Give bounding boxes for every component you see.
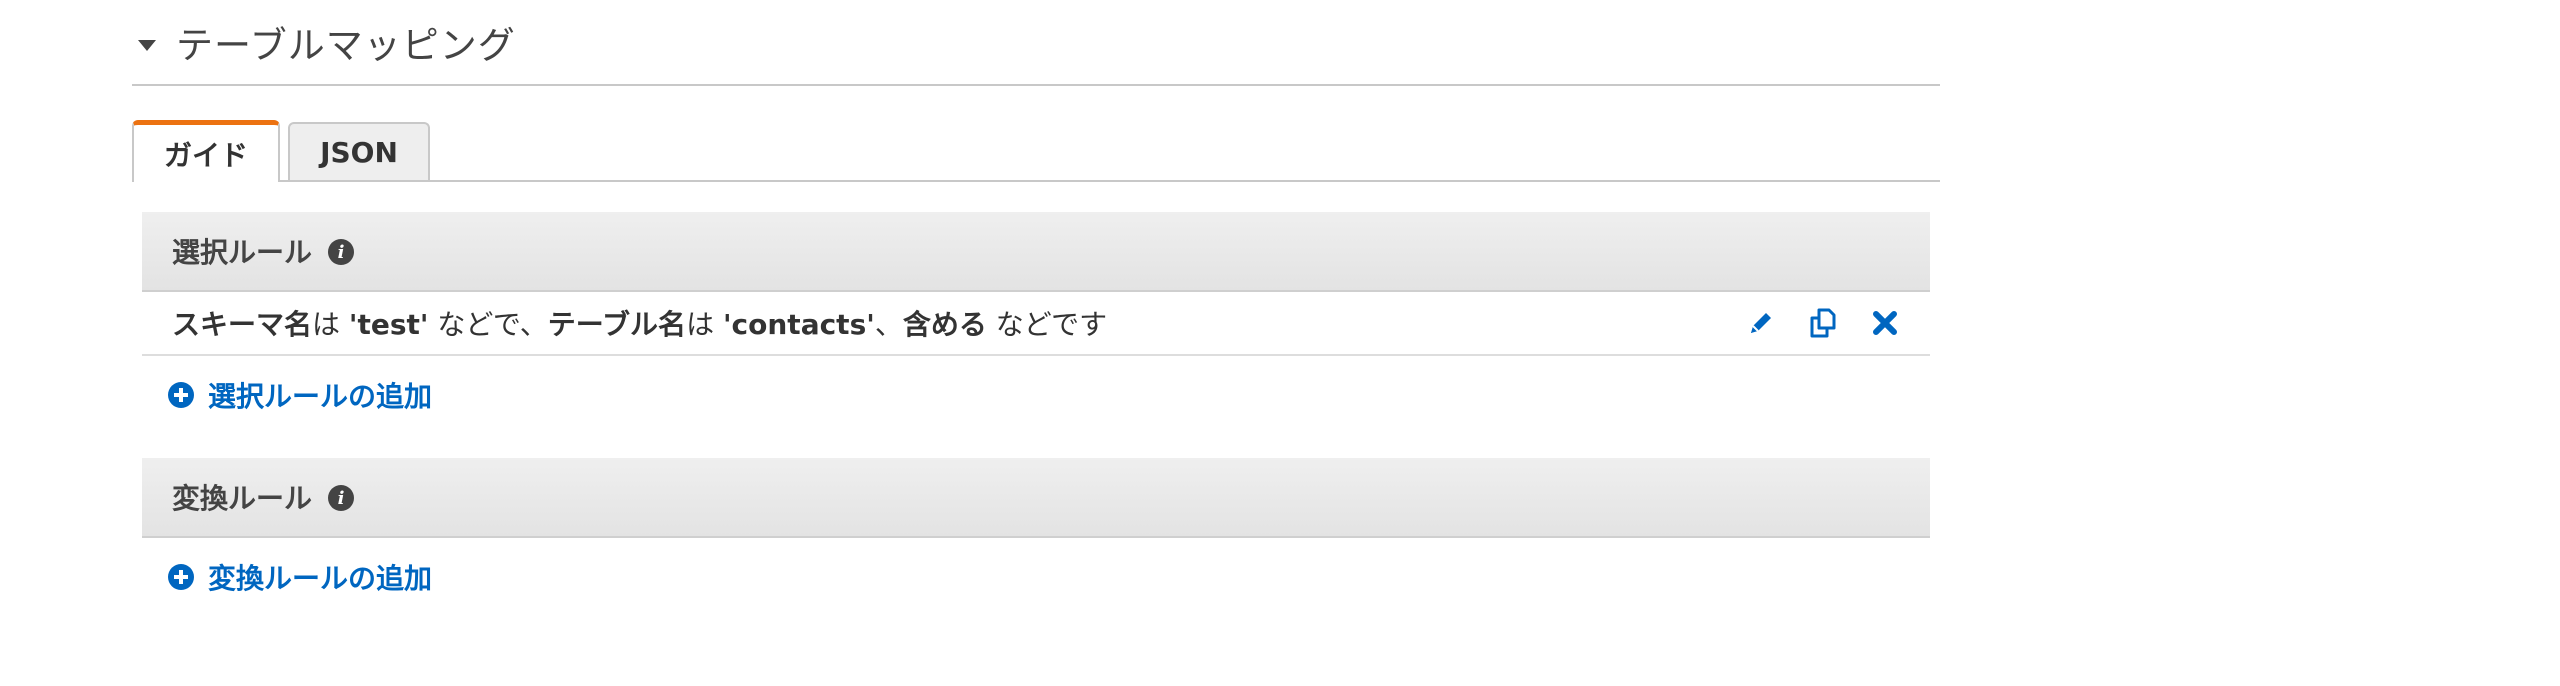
delete-icon[interactable] <box>1868 306 1902 340</box>
selection-rules-panel: 選択ルール i スキーマ名は 'test' などで、テーブル名は 'contac… <box>142 212 1930 434</box>
transformation-rules-title: 変換ルール <box>172 482 313 515</box>
tab-bar: ガイド JSON <box>132 118 1940 182</box>
rule-actions <box>1716 306 1902 340</box>
add-selection-rule-link[interactable]: 選択ルールの追加 <box>142 356 1930 434</box>
plus-circle-icon <box>168 382 194 408</box>
selection-rule-row: スキーマ名は 'test' などで、テーブル名は 'contacts'、含める … <box>142 292 1930 356</box>
transformation-rules-header: 変換ルール i <box>142 458 1930 538</box>
caret-down-icon[interactable] <box>138 39 156 51</box>
add-selection-rule-label: 選択ルールの追加 <box>208 380 433 413</box>
selection-rules-title: 選択ルール <box>172 236 313 269</box>
selection-rule-text: スキーマ名は 'test' などで、テーブル名は 'contacts'、含める … <box>172 308 1108 341</box>
plus-circle-icon <box>168 564 194 590</box>
add-transformation-rule-link[interactable]: 変換ルールの追加 <box>142 538 1930 616</box>
section-header[interactable]: テーブルマッピング <box>132 0 1940 86</box>
edit-icon[interactable] <box>1744 306 1778 340</box>
transformation-rules-panel: 変換ルール i 変換ルールの追加 <box>142 458 1930 616</box>
tab-json[interactable]: JSON <box>288 122 430 180</box>
selection-rules-header: 選択ルール i <box>142 212 1930 292</box>
info-icon[interactable]: i <box>328 239 355 265</box>
info-icon[interactable]: i <box>328 485 355 511</box>
add-transformation-rule-label: 変換ルールの追加 <box>208 562 433 595</box>
table-mapping-section: テーブルマッピング ガイド JSON 選択ルール i スキーマ名は 'test'… <box>132 0 1940 616</box>
section-title: テーブルマッピング <box>176 24 516 67</box>
copy-icon[interactable] <box>1806 306 1840 340</box>
tab-guide[interactable]: ガイド <box>132 120 280 182</box>
